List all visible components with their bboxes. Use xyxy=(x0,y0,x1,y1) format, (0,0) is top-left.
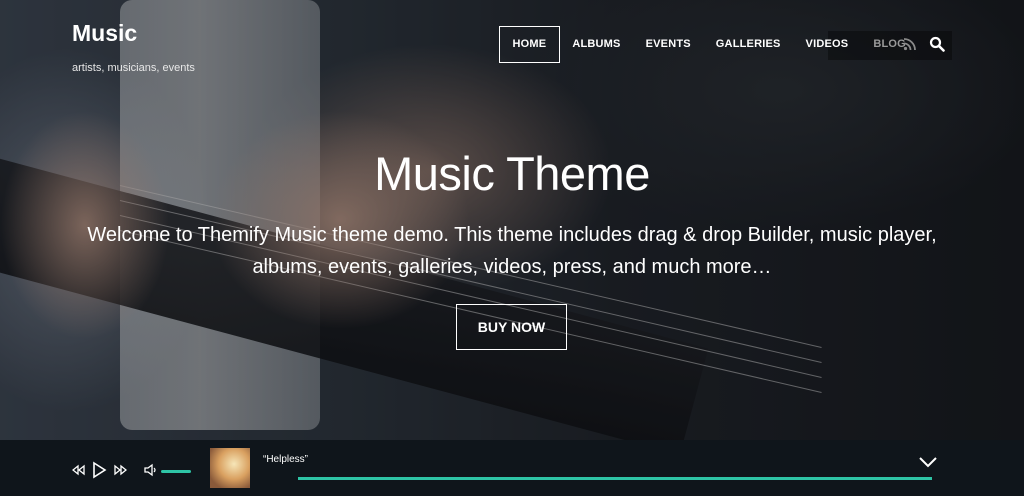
buy-now-button[interactable]: BUY NOW xyxy=(456,304,567,350)
next-icon[interactable] xyxy=(113,463,127,477)
track-title: “Helpless” xyxy=(263,454,309,465)
site-logo[interactable]: Music xyxy=(72,20,137,47)
nav-item-events[interactable]: EVENTS xyxy=(633,27,703,62)
site-tagline: artists, musicians, events xyxy=(72,62,195,74)
nav-item-home[interactable]: HOME xyxy=(499,26,560,63)
volume-icon[interactable] xyxy=(144,463,158,477)
play-icon[interactable] xyxy=(91,461,107,479)
search-icon[interactable] xyxy=(929,36,945,52)
chevron-down-icon[interactable] xyxy=(918,455,938,469)
previous-icon[interactable] xyxy=(72,463,86,477)
nav-item-galleries[interactable]: GALLERIES xyxy=(703,27,793,62)
hero-description: Welcome to Themify Music theme demo. Thi… xyxy=(80,219,944,283)
hero-description-line: albums, events, galleries, videos, press… xyxy=(252,256,772,278)
hero-description-line: Welcome to Themify Music theme demo. Thi… xyxy=(87,224,937,246)
volume-slider[interactable] xyxy=(161,470,191,473)
rss-icon[interactable] xyxy=(903,37,917,51)
hero-title: Music Theme xyxy=(374,147,650,200)
nav-item-videos[interactable]: VIDEOS xyxy=(793,27,861,62)
main-nav: HOME ALBUMS EVENTS GALLERIES VIDEOS BLOG xyxy=(499,26,918,63)
nav-item-albums[interactable]: ALBUMS xyxy=(560,27,633,62)
track-progress-bar[interactable] xyxy=(298,477,932,480)
album-thumbnail xyxy=(210,448,250,488)
